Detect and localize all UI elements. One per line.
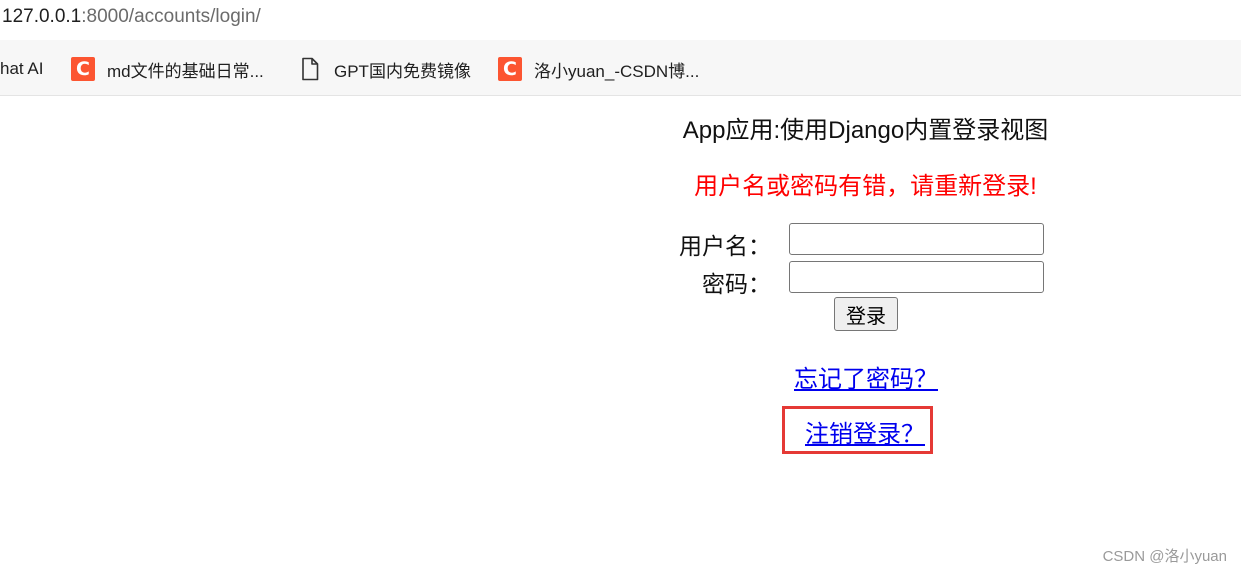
url-host: 127.0.0.1 <box>2 6 82 27</box>
bookmark-label: hat AI <box>0 59 44 78</box>
watermark: CSDN @洛小yuan <box>1102 548 1227 565</box>
address-bar[interactable]: 127.0.0.1:8000/accounts/login/ <box>0 0 1241 40</box>
username-label: 用户名： <box>679 233 771 259</box>
bookmark-label: GPT国内免费镜像 <box>334 61 471 81</box>
bookmarks-bar: hat AI C md文件的基础日常... GPT国内免费镜像 C 洛小yuan… <box>0 40 1241 96</box>
login-button[interactable]: 登录 <box>834 297 898 331</box>
password-label: 密码： <box>702 271 771 297</box>
document-icon <box>302 57 319 81</box>
browser-window: 127.0.0.1:8000/accounts/login/ hat AI C … <box>0 0 1241 572</box>
bookmark-gpt-mirror[interactable]: GPT国内免费镜像 <box>300 57 471 81</box>
bookmark-md-basics[interactable]: C md文件的基础日常... <box>71 57 264 81</box>
page-title: App应用:使用Django内置登录视图 <box>682 117 1049 144</box>
bookmark-label: 洛小yuan_-CSDN博... <box>534 61 700 81</box>
username-input[interactable] <box>789 223 1044 255</box>
csdn-icon: C <box>71 57 95 81</box>
bookmark-chat-ai[interactable]: hat AI <box>0 57 43 81</box>
forgot-password-link[interactable]: 忘记了密码？ <box>794 359 938 394</box>
login-error-message: 用户名或密码有错，请重新登录! <box>694 173 1037 200</box>
bookmark-label: md文件的基础日常... <box>107 61 264 81</box>
url-path: :8000/accounts/login/ <box>81 6 261 27</box>
bookmark-csdn-blog[interactable]: C 洛小yuan_-CSDN博... <box>498 57 699 81</box>
csdn-icon: C <box>498 57 522 81</box>
password-input[interactable] <box>789 261 1044 293</box>
logout-link[interactable]: 注销登录？ <box>805 414 925 449</box>
